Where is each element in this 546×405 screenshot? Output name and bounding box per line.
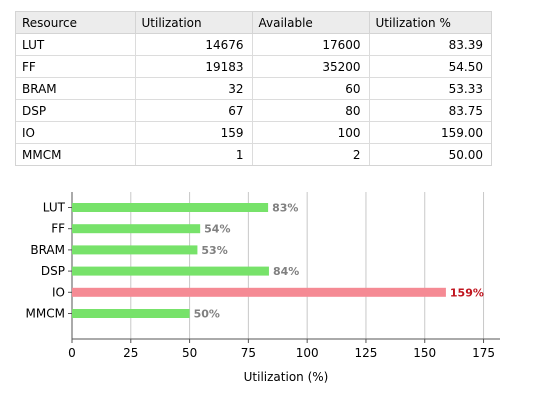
bar-value-label: 84% [273,265,299,278]
bar-value-label: 159% [450,286,484,299]
category-label: LUT [43,201,66,215]
x-tick-label: 75 [241,346,256,360]
bar [72,224,201,234]
x-tick-label: 50 [182,346,197,360]
bar-value-label: 83% [272,202,298,215]
x-tick-label: 175 [472,346,495,360]
category-label: MMCM [26,307,65,321]
bar-value-label: 54% [204,223,230,236]
category-label: FF [51,222,65,236]
category-label: DSP [41,264,65,278]
bar-value-label: 53% [201,244,227,257]
x-tick-label: 25 [123,346,138,360]
bar [72,287,446,297]
bar [72,309,190,318]
category-label: IO [52,285,65,299]
x-tick-label: 0 [68,346,76,360]
x-tick-label: 125 [355,346,378,360]
bar-value-label: 50% [194,308,220,321]
x-tick-label: 150 [413,346,436,360]
category-label: BRAM [30,243,65,257]
bar [72,203,269,212]
x-tick-label: 100 [296,346,319,360]
bar [72,245,198,255]
x-axis-label: Utilization (%) [244,370,329,384]
bar [72,266,269,276]
utilization-bar-chart: 0 25 50 75 100 125 150 175 Utilization (%) LUT 83%… [26,192,500,384]
